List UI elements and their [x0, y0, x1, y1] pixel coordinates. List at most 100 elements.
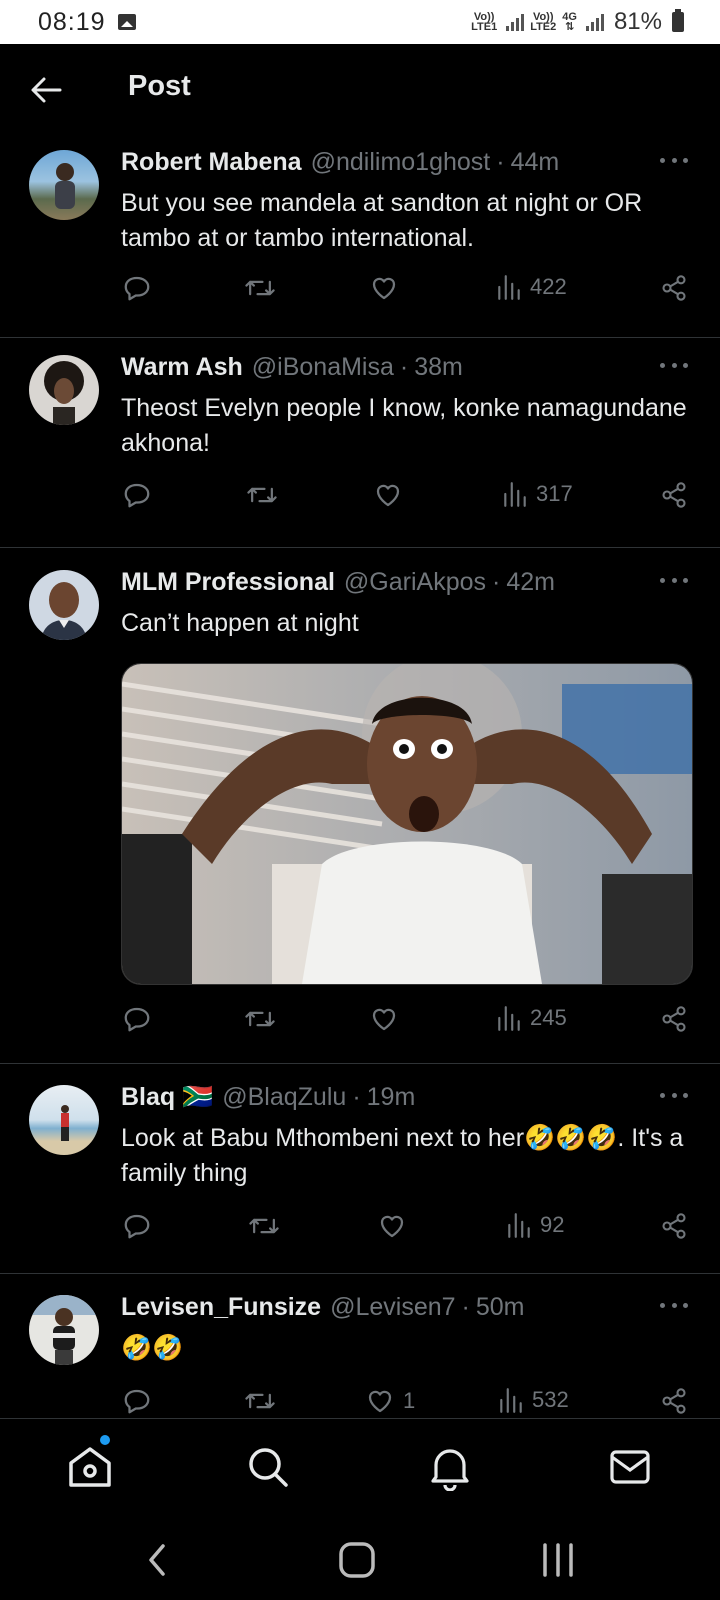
- signal-icon: [585, 13, 604, 31]
- more-options-icon[interactable]: [660, 578, 688, 586]
- views-button[interactable]: 422: [496, 273, 567, 301]
- status-time: 08:19: [38, 7, 106, 36]
- sim1-indicator: Vo)) LTE1: [471, 11, 498, 33]
- avatar[interactable]: [29, 150, 99, 220]
- author-name[interactable]: Robert Mabena: [121, 148, 302, 177]
- tweet-actions: 317: [0, 480, 720, 520]
- tweet-text: But you see mandela at sandton at night …: [121, 189, 643, 252]
- tweet-header: Warm Ash @iBonaMisa · 38m: [121, 353, 463, 382]
- back-arrow-icon[interactable]: [28, 72, 64, 108]
- reply-icon: [124, 276, 150, 301]
- author-name[interactable]: Blaq 🇿🇦: [121, 1083, 213, 1112]
- share-icon: [662, 275, 686, 301]
- tweet[interactable]: MLM Professional @GariAkpos · 42m Can’t …: [0, 548, 720, 1064]
- heart-icon: [376, 484, 400, 507]
- bell-icon[interactable]: [426, 1443, 474, 1491]
- retweet-button[interactable]: [244, 273, 276, 303]
- replies-feed: Robert Mabena @ndilimo1ghost · 44m But y…: [0, 134, 720, 1434]
- like-button[interactable]: [369, 273, 407, 303]
- avatar[interactable]: [29, 1295, 99, 1365]
- author-name[interactable]: Warm Ash: [121, 353, 243, 382]
- home-icon[interactable]: [66, 1443, 114, 1491]
- retweet-button[interactable]: [246, 480, 278, 510]
- retweet-button[interactable]: [244, 1004, 276, 1034]
- tweet-media-image[interactable]: [121, 663, 693, 985]
- retweet-icon: [245, 1011, 275, 1027]
- tweet[interactable]: Robert Mabena @ndilimo1ghost · 44m But y…: [0, 142, 720, 338]
- author-name[interactable]: Levisen_Funsize: [121, 1293, 321, 1322]
- share-button[interactable]: [660, 273, 688, 303]
- retweet-icon: [249, 1218, 279, 1234]
- reply-button[interactable]: [122, 480, 152, 510]
- tweet-header: Blaq 🇿🇦 @BlaqZulu · 19m: [121, 1083, 416, 1112]
- heart-icon: [368, 1390, 392, 1413]
- more-options-icon[interactable]: [660, 1093, 688, 1101]
- reply-button[interactable]: [122, 273, 152, 303]
- views-icon: [504, 482, 526, 507]
- avatar[interactable]: [29, 355, 99, 425]
- tweet-time: 19m: [366, 1083, 416, 1111]
- like-button[interactable]: [377, 1211, 415, 1241]
- tweet-actions: 92: [0, 1211, 720, 1251]
- view-count: 317: [536, 481, 573, 506]
- author-name[interactable]: MLM Professional: [121, 568, 335, 597]
- reply-button[interactable]: [122, 1211, 152, 1241]
- status-bar: 08:19 Vo)) LTE1 Vo)) LTE2 4G ⇅ 81%: [0, 0, 720, 44]
- page-title: Post: [128, 70, 191, 102]
- tweet[interactable]: Levisen_Funsize @Levisen7 · 50m 🤣🤣 1 532: [0, 1274, 720, 1434]
- author-handle[interactable]: @iBonaMisa: [252, 353, 394, 382]
- mail-icon[interactable]: [606, 1443, 654, 1491]
- reply-icon: [124, 1389, 150, 1414]
- views-button[interactable]: 317: [502, 480, 573, 508]
- tweet-text: Look at Babu Mthombeni next to her🤣🤣🤣. I…: [121, 1124, 684, 1187]
- avatar[interactable]: [29, 570, 99, 640]
- retweet-icon: [245, 1393, 275, 1409]
- tweet-time: 42m: [506, 568, 555, 596]
- network-type: 4G ⇅: [562, 11, 577, 33]
- views-button[interactable]: 532: [498, 1386, 569, 1414]
- view-count: 245: [530, 1005, 567, 1030]
- like-button[interactable]: [369, 1004, 407, 1034]
- tweet[interactable]: Blaq 🇿🇦 @BlaqZulu · 19m Look at Babu Mth…: [0, 1064, 720, 1274]
- bottom-navigation: [0, 1418, 720, 1519]
- app-header: Post: [0, 44, 720, 134]
- share-button[interactable]: [660, 480, 688, 510]
- reply-button[interactable]: [122, 1004, 152, 1034]
- retweet-button[interactable]: [248, 1211, 280, 1241]
- retweet-button[interactable]: [244, 1386, 276, 1416]
- like-button[interactable]: [373, 480, 411, 510]
- share-icon: [662, 1388, 686, 1414]
- more-options-icon[interactable]: [660, 363, 688, 371]
- system-back-icon[interactable]: [133, 1540, 183, 1580]
- share-button[interactable]: [660, 1386, 688, 1416]
- like-button[interactable]: 1: [365, 1386, 415, 1416]
- author-handle[interactable]: @ndilimo1ghost: [311, 148, 491, 177]
- reply-icon: [124, 1007, 150, 1032]
- reply-button[interactable]: [122, 1386, 152, 1416]
- image-notification-icon: [117, 14, 136, 30]
- tweet[interactable]: Warm Ash @iBonaMisa · 38m Theost Evelyn …: [0, 338, 720, 548]
- tweet-actions: 422: [0, 273, 720, 313]
- author-handle[interactable]: @BlaqZulu: [222, 1083, 346, 1112]
- author-handle[interactable]: @Levisen7: [330, 1293, 455, 1322]
- more-options-icon[interactable]: [660, 158, 688, 166]
- tweet-time: 44m: [510, 148, 560, 176]
- author-handle[interactable]: @GariAkpos: [344, 568, 486, 597]
- share-button[interactable]: [660, 1004, 688, 1034]
- system-home-icon[interactable]: [332, 1540, 382, 1580]
- share-button[interactable]: [660, 1211, 688, 1241]
- views-button[interactable]: 245: [496, 1004, 567, 1032]
- views-button[interactable]: 92: [506, 1211, 564, 1239]
- notification-dot: [100, 1435, 110, 1445]
- tweet-header: Levisen_Funsize @Levisen7 · 50m: [121, 1293, 525, 1322]
- reply-icon: [124, 483, 150, 508]
- system-recents-icon[interactable]: [533, 1540, 583, 1580]
- more-options-icon[interactable]: [660, 1303, 688, 1311]
- search-icon[interactable]: [244, 1443, 292, 1491]
- views-icon: [498, 275, 520, 300]
- avatar[interactable]: [29, 1085, 99, 1155]
- views-icon: [498, 1006, 520, 1031]
- system-navigation-bar: [0, 1518, 720, 1600]
- tweet-text: Can’t happen at night: [121, 609, 359, 637]
- tweet-header: MLM Professional @GariAkpos · 42m: [121, 568, 555, 597]
